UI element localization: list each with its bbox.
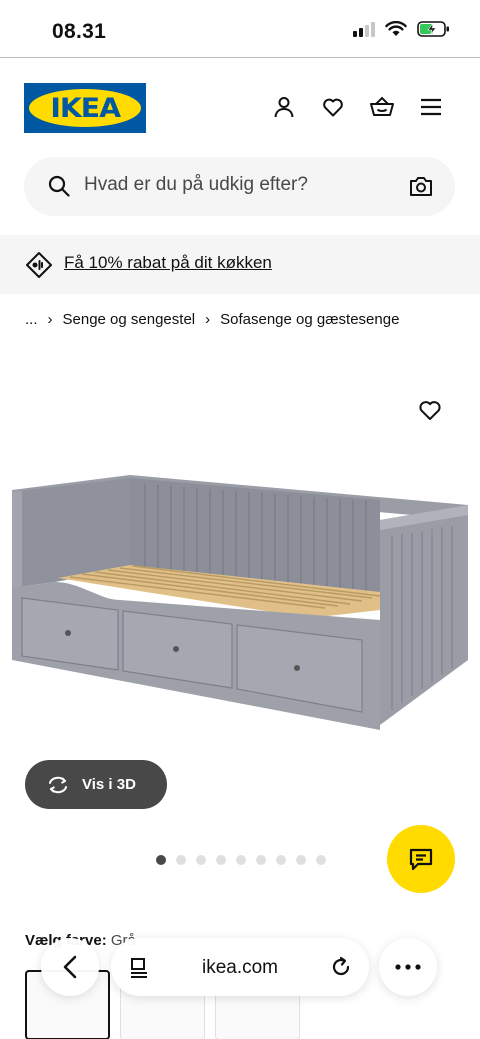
favorites-heart-icon[interactable] — [320, 94, 346, 120]
site-header: IKEA — [0, 58, 480, 156]
discount-tag-icon — [26, 252, 52, 278]
pagination-dot[interactable] — [196, 855, 206, 865]
signal-icon — [353, 21, 375, 37]
rotate-3d-icon — [49, 776, 67, 793]
pagination-dot[interactable] — [176, 855, 186, 865]
chevron-right-icon: › — [47, 311, 53, 328]
breadcrumb-ellipsis[interactable]: ... — [25, 311, 38, 328]
reload-icon[interactable] — [330, 956, 352, 978]
logo-oval: IKEA — [29, 89, 141, 127]
pagination-dot[interactable] — [316, 855, 326, 865]
pagination-dot[interactable] — [156, 855, 166, 865]
search-icon — [48, 175, 70, 197]
product-image[interactable] — [0, 460, 480, 740]
status-icons — [353, 21, 450, 37]
pagination-dot[interactable] — [256, 855, 266, 865]
pagination-dot[interactable] — [296, 855, 306, 865]
browser-toolbar: ikea.com — [0, 935, 480, 1039]
more-dots-icon — [395, 964, 421, 970]
ikea-logo[interactable]: IKEA — [24, 83, 146, 133]
breadcrumb-item-daybeds[interactable]: Sofasenge og gæstesenge — [220, 311, 399, 328]
status-bar: 08.31 — [0, 0, 480, 58]
pagination-dot[interactable] — [216, 855, 226, 865]
back-button[interactable] — [41, 938, 99, 996]
chevron-left-icon — [63, 955, 77, 979]
user-icon[interactable] — [271, 94, 297, 120]
pagination-dot[interactable] — [276, 855, 286, 865]
breadcrumb: ... › Senge og sengestel › Sofasenge og … — [25, 311, 399, 328]
view-in-3d-button[interactable]: Vis i 3D — [25, 760, 167, 809]
chat-button[interactable] — [387, 825, 455, 893]
logo-text: IKEA — [50, 92, 121, 124]
chat-icon — [409, 848, 433, 871]
basket-icon[interactable] — [369, 94, 395, 120]
search-bar[interactable]: Hvad er du på udkig efter? — [24, 157, 455, 216]
promo-banner[interactable]: Få 10% rabat på dit køkken — [0, 235, 480, 294]
battery-icon — [417, 21, 449, 37]
chevron-right-icon: › — [205, 311, 211, 328]
pagination-dot[interactable] — [236, 855, 246, 865]
image-pagination-dots — [156, 855, 326, 865]
more-options-button[interactable] — [379, 938, 437, 996]
view-in-3d-label: Vis i 3D — [82, 776, 136, 793]
menu-icon[interactable] — [418, 94, 444, 120]
breadcrumb-item-beds[interactable]: Senge og sengestel — [63, 311, 196, 328]
address-bar[interactable]: ikea.com — [111, 938, 369, 996]
promo-link[interactable]: Få 10% rabat på dit køkken — [64, 253, 272, 273]
search-input[interactable]: Hvad er du på udkig efter? — [84, 174, 308, 196]
header-icons — [271, 94, 444, 120]
status-time: 08.31 — [52, 20, 107, 43]
add-to-favorites-heart-icon[interactable] — [418, 399, 442, 426]
camera-search-icon[interactable] — [409, 175, 433, 197]
wifi-icon — [385, 21, 407, 36]
